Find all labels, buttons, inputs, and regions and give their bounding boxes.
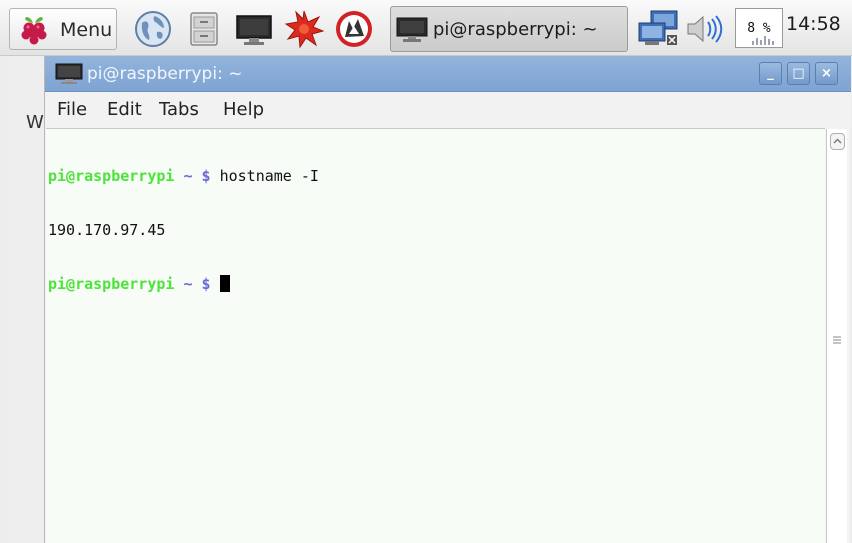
terminal-window: pi@raspberrypi: ~ _ □ × File Edit Tabs H… bbox=[44, 56, 851, 543]
command-output: 190.170.97.45 bbox=[48, 221, 166, 239]
menu-tabs[interactable]: Tabs bbox=[159, 99, 199, 120]
terminal-line: 190.170.97.45 bbox=[48, 221, 825, 239]
taskbar-window-button[interactable]: pi@raspberrypi: ~ bbox=[390, 6, 628, 52]
background-window-text: W bbox=[26, 112, 44, 133]
window-title: pi@raspberrypi: ~ bbox=[87, 64, 243, 84]
menu-label: Menu bbox=[60, 19, 113, 41]
prompt-user: pi@raspberrypi bbox=[48, 167, 175, 185]
scrollbar[interactable] bbox=[826, 129, 847, 543]
volume-icon[interactable] bbox=[684, 9, 728, 49]
mathematica-icon[interactable] bbox=[284, 9, 324, 49]
scrollbar-grip-icon bbox=[833, 336, 841, 344]
cpu-monitor[interactable]: 8 % bbox=[735, 8, 783, 48]
web-browser-icon[interactable] bbox=[133, 9, 173, 49]
taskbar: Menu pi@raspberrypi: ~ 8 % 14:58 bbox=[0, 0, 852, 56]
menu-file[interactable]: File bbox=[57, 99, 87, 120]
command-text: hostname -I bbox=[210, 167, 319, 185]
taskbar-window-label: pi@raspberrypi: ~ bbox=[433, 19, 598, 40]
menu-bar: File Edit Tabs Help bbox=[45, 93, 851, 127]
terminal-icon[interactable] bbox=[234, 9, 274, 49]
minimize-button[interactable]: _ bbox=[759, 62, 782, 85]
chevron-up-icon bbox=[833, 138, 842, 144]
menu-edit[interactable]: Edit bbox=[107, 99, 142, 120]
wolfram-icon[interactable] bbox=[334, 9, 374, 49]
menu-button[interactable]: Menu bbox=[9, 8, 117, 50]
terminal-icon bbox=[55, 63, 83, 84]
scroll-up-button[interactable] bbox=[830, 133, 845, 150]
command-text bbox=[211, 275, 220, 293]
text-cursor bbox=[219, 275, 230, 292]
terminal-output[interactable]: pi@raspberrypi ~ $ hostname -I 190.170.9… bbox=[46, 128, 825, 543]
terminal-line: pi@raspberrypi ~ $ hostname -I bbox=[48, 167, 825, 185]
menu-help[interactable]: Help bbox=[223, 99, 264, 120]
prompt-path: ~ $ bbox=[174, 167, 211, 185]
close-button[interactable]: × bbox=[815, 62, 838, 85]
clock[interactable]: 14:58 bbox=[786, 13, 841, 35]
network-icon[interactable] bbox=[637, 9, 681, 49]
title-bar[interactable]: pi@raspberrypi: ~ _ □ × bbox=[45, 56, 851, 92]
raspberry-pi-icon bbox=[21, 17, 47, 45]
file-manager-icon[interactable] bbox=[184, 9, 224, 49]
cpu-usage-value: 8 % bbox=[747, 21, 771, 36]
terminal-line: pi@raspberrypi ~ $ bbox=[48, 275, 825, 293]
maximize-button[interactable]: □ bbox=[787, 62, 810, 85]
terminal-icon bbox=[396, 17, 428, 42]
prompt-user: pi@raspberrypi bbox=[48, 275, 175, 293]
prompt-path: ~ $ bbox=[174, 275, 211, 293]
